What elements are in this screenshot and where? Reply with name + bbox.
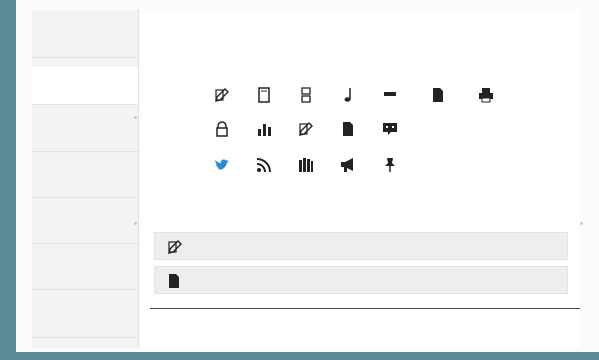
left-accent-bar xyxy=(0,0,16,360)
rss-icon xyxy=(252,156,276,174)
pin-icon xyxy=(378,156,402,174)
tool-3-4[interactable] xyxy=(328,156,368,186)
sidebar-item-3[interactable] xyxy=(32,114,138,152)
tool-2-5[interactable] xyxy=(370,120,410,150)
lock-icon xyxy=(210,120,234,138)
edit-icon xyxy=(167,239,183,255)
tool-1-6[interactable] xyxy=(418,86,458,116)
tool-2-4[interactable] xyxy=(328,120,368,150)
library-icon xyxy=(294,156,318,174)
tool-2-3[interactable] xyxy=(286,120,326,150)
page-icon xyxy=(252,86,276,104)
sidebar-item-1[interactable] xyxy=(32,20,138,58)
card-2[interactable] xyxy=(154,266,568,294)
tool-1-5[interactable] xyxy=(370,86,410,116)
sidebar xyxy=(32,10,139,348)
section-divider xyxy=(150,308,580,309)
music-icon xyxy=(294,86,318,104)
tool-2-2[interactable] xyxy=(244,120,284,150)
tool-3-3[interactable] xyxy=(286,156,326,186)
sidebar-item-6[interactable] xyxy=(32,252,138,290)
note-icon xyxy=(336,86,360,104)
card-1[interactable] xyxy=(154,232,568,260)
dialog-title-row xyxy=(180,30,550,42)
slider-dot-right xyxy=(580,222,583,225)
bottom-accent-bar xyxy=(0,352,599,360)
file-icon xyxy=(426,86,450,104)
main-panel xyxy=(134,10,583,348)
comment-icon xyxy=(378,120,402,138)
tool-1-4[interactable] xyxy=(328,86,368,116)
minus-icon xyxy=(378,86,402,104)
file-icon xyxy=(167,273,183,289)
tool-3-5[interactable] xyxy=(370,156,410,186)
tool-1-7[interactable] xyxy=(466,86,506,116)
tool-2-1[interactable] xyxy=(202,120,242,150)
megaphone-icon xyxy=(336,156,360,174)
tool-1-3[interactable] xyxy=(286,86,326,116)
slider-dot-left xyxy=(134,116,137,119)
twitter-icon xyxy=(210,156,234,174)
sidebar-item-2[interactable] xyxy=(32,67,138,105)
sidebar-item-4[interactable] xyxy=(32,160,138,198)
tool-3-2[interactable] xyxy=(244,156,284,186)
printer-icon xyxy=(474,86,498,104)
edit-icon xyxy=(210,86,234,104)
slider-dot-left-2 xyxy=(134,222,137,225)
app-frame xyxy=(0,0,599,360)
tool-1-1[interactable] xyxy=(202,86,242,116)
tool-3-1[interactable] xyxy=(202,156,242,186)
document-icon xyxy=(336,120,360,138)
sidebar-item-5[interactable] xyxy=(32,206,138,244)
sidebar-item-7[interactable] xyxy=(32,300,138,338)
edit-icon xyxy=(294,120,318,138)
tool-1-2[interactable] xyxy=(244,86,284,116)
chart-icon xyxy=(252,120,276,138)
